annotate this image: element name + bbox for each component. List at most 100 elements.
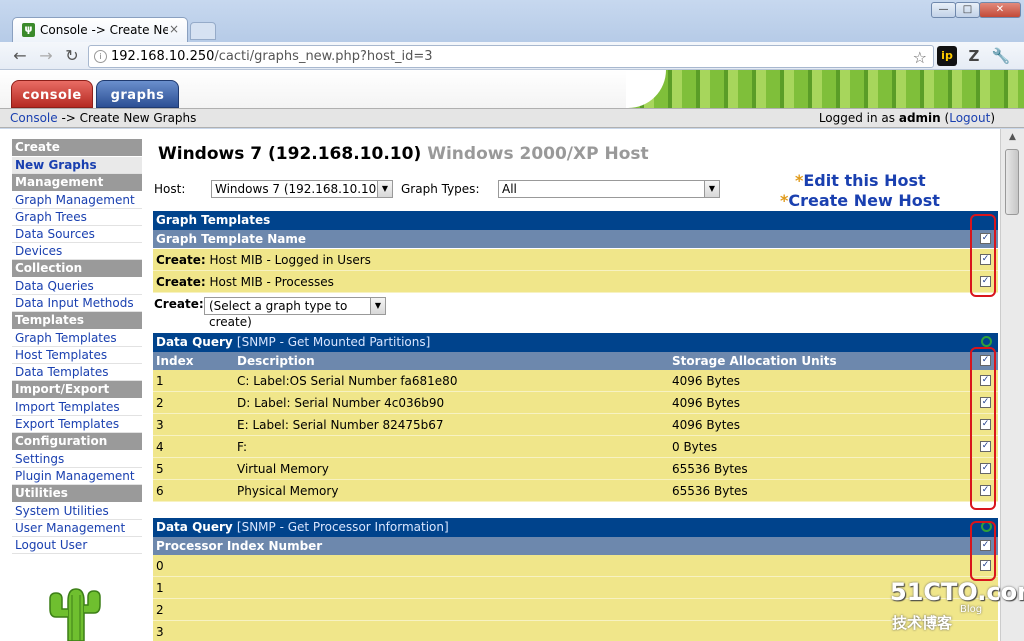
browser-titlebar: ψ Console -> Create New Graphs × — □ ✕ xyxy=(0,0,1024,42)
table-row: Create: Host MIB - Logged in Users ✓ xyxy=(153,249,998,271)
wrench-icon[interactable]: 🔧 xyxy=(991,46,1011,66)
sidebar-item-devices[interactable]: Devices xyxy=(12,243,142,260)
table-row: 3 E: Label: Serial Number 82475b67 4096 By… xyxy=(153,414,998,436)
forward-arrow-icon[interactable]: → xyxy=(36,46,56,66)
sidebar-item-data-sources[interactable]: Data Sources xyxy=(12,226,142,243)
table-cell: 1 xyxy=(156,374,164,388)
table-row: 5 Virtual Memory 65536 Bytes ✓ xyxy=(153,458,998,480)
sidebar-item-graph-trees[interactable]: Graph Trees xyxy=(12,209,142,226)
table-cell: 1 xyxy=(156,581,164,595)
sidebar-section-collection-methods: Collection Methods xyxy=(12,260,142,292)
table-cell: 2 xyxy=(156,603,164,617)
table-row: 6 Physical Memory 65536 Bytes ✓ xyxy=(153,480,998,502)
table-cell: 4 xyxy=(156,440,164,454)
tab-graphs[interactable]: graphs xyxy=(96,80,179,108)
reload-icon[interactable]: ↻ xyxy=(62,46,82,66)
sidebar-item-export-templates[interactable]: Export Templates xyxy=(12,416,142,433)
table-cell: 3 xyxy=(156,418,164,432)
tab-title: Console -> Create New Graphs xyxy=(40,23,168,37)
sidebar-section-import-export: Import/Export xyxy=(12,381,142,398)
table-row: 3 xyxy=(153,621,998,641)
sidebar-section-utilities: Utilities xyxy=(12,485,142,502)
highlight-annotation xyxy=(970,521,996,581)
z-extension-icon[interactable]: Z xyxy=(964,46,984,66)
breadcrumb: Console -> Create New Graphs xyxy=(10,111,197,125)
table-cell: Physical Memory xyxy=(237,484,339,498)
sidebar-item-data-input-methods[interactable]: Data Input Methods xyxy=(12,295,142,312)
create-graph-type-select[interactable]: (Select a graph type to create) ▼ xyxy=(204,297,386,329)
tab-console[interactable]: console xyxy=(11,80,93,108)
minimize-button[interactable]: — xyxy=(931,2,956,18)
processor-query-header: Data Query [SNMP - Get Processor Informa… xyxy=(153,518,998,537)
table-cell: Virtual Memory xyxy=(237,462,329,476)
host-label: Host: xyxy=(154,182,186,196)
sidebar-item-graph-management[interactable]: Graph Management xyxy=(12,192,142,209)
vertical-scrollbar[interactable]: ▲ xyxy=(1000,129,1024,641)
highlight-annotation xyxy=(970,214,996,297)
sidebar-item-settings[interactable]: Settings xyxy=(12,451,142,468)
sidebar-section-management: Management xyxy=(12,174,142,191)
sidebar-item-user-management[interactable]: User Management xyxy=(12,520,142,537)
table-cell: 4096 Bytes xyxy=(672,396,741,410)
maximize-button[interactable]: □ xyxy=(955,2,980,18)
sidebar-section-create: Create xyxy=(12,139,142,156)
scrollbar-thumb[interactable] xyxy=(1005,149,1019,215)
graph-types-select[interactable]: All ▼ xyxy=(498,180,720,198)
table-cell: D: Label: Serial Number 4c036b90 xyxy=(237,396,445,410)
address-bar[interactable]: i 192.168.10.250/cacti/graphs_new.php?ho… xyxy=(88,45,934,68)
sidebar-section-templates: Templates xyxy=(12,312,142,329)
table-row: 2 D: Label: Serial Number 4c036b90 4096 By… xyxy=(153,392,998,414)
browser-tab-active[interactable]: ψ Console -> Create New Graphs × xyxy=(12,17,188,42)
graph-template-column-header: Graph Template Name ✓ xyxy=(153,230,998,248)
cacti-favicon-icon: ψ xyxy=(22,23,35,37)
edit-host-link[interactable]: *Edit this Host xyxy=(795,171,926,190)
host-select[interactable]: Windows 7 (192.168.10.10) ▼ xyxy=(211,180,393,198)
scroll-up-icon[interactable]: ▲ xyxy=(1005,132,1020,147)
table-cell: 65536 Bytes xyxy=(672,484,748,498)
breadcrumb-console-link[interactable]: Console xyxy=(10,111,58,125)
close-window-button[interactable]: ✕ xyxy=(979,2,1021,18)
main-content: Windows 7 (192.168.10.10) Windows 2000/XP… xyxy=(148,129,1000,641)
chevron-down-icon: ▼ xyxy=(377,181,392,197)
login-status: Logged in as admin (Logout) xyxy=(818,111,995,125)
bookmark-star-icon[interactable]: ☆ xyxy=(913,48,927,67)
sidebar-item-data-templates[interactable]: Data Templates xyxy=(12,364,142,381)
table-cell: 65536 Bytes xyxy=(672,462,748,476)
sidebar-item-import-templates[interactable]: Import Templates xyxy=(12,399,142,416)
table-row: 1 C: Label:OS Serial Number fa681e80 4096 … xyxy=(153,370,998,392)
table-cell: 2 xyxy=(156,396,164,410)
table-row: 1 xyxy=(153,577,998,599)
new-tab-button[interactable] xyxy=(190,22,216,40)
back-arrow-icon[interactable]: ← xyxy=(10,46,30,66)
sidebar-menu: Create New Graphs Management Graph Manageme… xyxy=(12,139,142,554)
refresh-query-icon[interactable] xyxy=(981,336,992,347)
logout-link[interactable]: Logout xyxy=(949,111,990,125)
sidebar-item-logout-user[interactable]: Logout User xyxy=(12,537,142,554)
page-title: Windows 7 (192.168.10.10) Windows 2000/XP… xyxy=(158,144,649,164)
browser-toolbar: ← → ↻ i 192.168.10.250/cacti/graphs_new.… xyxy=(0,42,1024,70)
username: admin xyxy=(898,111,941,125)
table-cell: F: xyxy=(237,440,248,454)
sidebar-item-system-utilities[interactable]: System Utilities xyxy=(12,503,142,520)
page-icon: i xyxy=(94,50,107,63)
table-cell: 6 xyxy=(156,484,164,498)
sidebar-item-plugin-management[interactable]: Plugin Management xyxy=(12,468,142,485)
ip-extension-icon[interactable]: ip xyxy=(937,46,957,66)
table-cell: C: Label:OS Serial Number fa681e80 xyxy=(237,374,458,388)
url-text: 192.168.10.250/cacti/graphs_new.php?host… xyxy=(111,49,433,64)
sidebar-section-configuration: Configuration xyxy=(12,433,142,450)
graph-types-label: Graph Types: xyxy=(401,182,480,196)
highlight-annotation xyxy=(970,347,996,510)
sidebar-item-host-templates[interactable]: Host Templates xyxy=(12,347,142,364)
cacti-logo-icon xyxy=(49,588,101,641)
sidebar-item-data-queries[interactable]: Data Queries xyxy=(12,278,142,295)
sidebar-item-graph-templates[interactable]: Graph Templates xyxy=(12,330,142,347)
create-label: Create: xyxy=(154,297,204,311)
host-template-subtitle: Windows 2000/XP Host xyxy=(427,144,649,164)
table-cell: 5 xyxy=(156,462,164,476)
processor-column-header: Processor Index Number ✓ xyxy=(153,537,998,555)
create-host-link[interactable]: *Create New Host xyxy=(780,191,940,210)
graph-templates-header: Graph Templates xyxy=(153,211,998,230)
tab-close-icon[interactable]: × xyxy=(169,22,179,36)
sidebar-item-new-graphs[interactable]: New Graphs xyxy=(12,157,142,174)
